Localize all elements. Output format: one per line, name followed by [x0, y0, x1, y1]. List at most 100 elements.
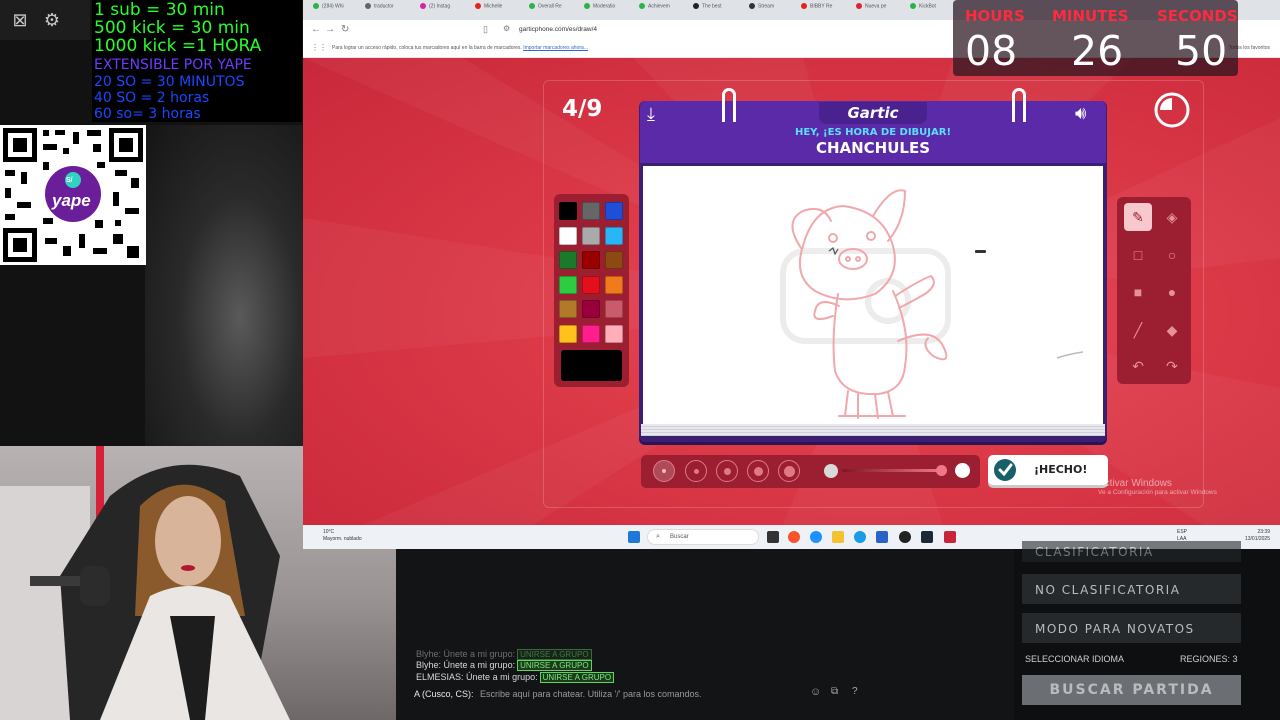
brush-size-3[interactable] [716, 460, 738, 482]
file-explorer-icon[interactable] [832, 531, 844, 543]
join-group-button[interactable]: UNIRSE A GRUPO [539, 672, 615, 683]
color-swatch[interactable] [582, 251, 600, 269]
color-swatch[interactable] [559, 275, 577, 294]
sound-icon[interactable]: 🔊︎ [1075, 103, 1086, 124]
line-icon[interactable]: ╱ [1124, 316, 1152, 344]
join-group-button[interactable]: UNIRSE A GRUPO [517, 649, 592, 660]
windows-start-icon[interactable] [628, 531, 640, 543]
color-swatch[interactable] [605, 202, 623, 220]
circle-outline-icon[interactable]: ○ [1158, 241, 1186, 269]
brush-size-5[interactable] [778, 460, 800, 482]
no-entry-icon[interactable]: ⊠ [8, 8, 32, 32]
weather-widget[interactable]: 10°C Mayorm. nublado [311, 529, 362, 543]
emoji-icon[interactable]: ☺ [810, 686, 821, 698]
opacity-min-icon [824, 464, 838, 478]
opacity-slider[interactable] [842, 469, 942, 472]
chat-input[interactable]: A (Cusco, CS): Escribe aquí para chatear… [404, 684, 870, 702]
rectangle-outline-icon[interactable]: □ [1124, 241, 1152, 269]
gear-icon[interactable]: ⚙ [40, 8, 64, 32]
browser-tab[interactable]: BIBBY Re [801, 3, 832, 17]
brush-size-2[interactable] [685, 460, 707, 482]
browser-tab[interactable]: Stream [749, 3, 774, 17]
yape-qr-code: S/ yape [0, 125, 146, 265]
color-swatch[interactable] [605, 226, 623, 245]
site-info-icon[interactable]: ⚙ [503, 24, 510, 33]
drawing-canvas[interactable] [643, 166, 1103, 426]
undo-icon[interactable]: ↶ [1124, 352, 1152, 380]
browser-tab[interactable]: Achievem [639, 3, 670, 17]
bookmark-icon[interactable]: ▯ [483, 24, 488, 35]
color-swatch[interactable] [605, 324, 623, 343]
edge-icon[interactable] [854, 531, 866, 543]
browser-tab[interactable]: The best [693, 3, 721, 17]
browser-tab[interactable]: Moderatio [584, 3, 615, 17]
circle-fill-icon[interactable]: ● [1158, 278, 1186, 306]
minutes-label: MINUTES [1052, 7, 1129, 25]
color-swatch[interactable] [582, 300, 600, 318]
color-swatch[interactable] [582, 324, 600, 343]
obs-icon[interactable] [899, 531, 911, 543]
browser-tab[interactable]: KickBot [910, 3, 936, 17]
tab-favicon-icon [313, 3, 319, 9]
apps-icon[interactable]: ⋮⋮ [311, 43, 327, 52]
forward-icon[interactable]: → [325, 24, 335, 35]
color-swatch[interactable] [582, 226, 600, 245]
browser-tab[interactable]: (284) Whi [313, 3, 344, 17]
current-color-swatch [561, 350, 622, 381]
brush-size-1[interactable] [653, 460, 675, 482]
browser-tab[interactable]: (2) Instag [420, 3, 450, 17]
brush-size-4[interactable] [747, 460, 769, 482]
novice-mode-button[interactable]: MODO PARA NOVATOS [1022, 613, 1241, 643]
tab-favicon-icon [365, 3, 371, 9]
taskbar-clock[interactable]: 23:39 13/01/2025 [1245, 529, 1270, 543]
color-swatch[interactable] [559, 300, 577, 318]
brave-icon[interactable] [788, 531, 800, 543]
download-icon[interactable]: ⤓ [647, 104, 655, 125]
opacity-slider-handle[interactable] [936, 465, 947, 476]
bucket-icon[interactable]: ◆ [1158, 316, 1186, 344]
redo-icon[interactable]: ↷ [1158, 352, 1186, 380]
search-placeholder: Buscar [670, 534, 689, 540]
unranked-button[interactable]: NO CLASIFICATORIA [1022, 574, 1241, 604]
translate-icon[interactable]: ⧉ [831, 686, 838, 697]
color-swatch[interactable] [582, 275, 600, 294]
browser-tab[interactable]: Nueva pe [856, 3, 886, 17]
qr-label: yape [52, 191, 91, 210]
browser-tab[interactable]: traductor [365, 3, 394, 17]
ranked-button[interactable]: CLASIFICATORIA [1022, 541, 1241, 562]
join-group-button[interactable]: UNIRSE A GRUPO [517, 660, 592, 671]
store-icon[interactable] [876, 531, 888, 543]
so-rule-text: 20 SO = 30 MINUTOS [94, 74, 245, 90]
color-swatch[interactable] [582, 202, 600, 220]
copilot-icon[interactable] [810, 531, 822, 543]
color-swatch[interactable] [605, 300, 623, 318]
reload-icon[interactable]: ↻ [341, 24, 349, 35]
browser-tab[interactable]: Overall Re [529, 3, 562, 17]
color-swatch[interactable] [559, 226, 577, 245]
eraser-icon[interactable]: ◈ [1158, 203, 1186, 231]
color-swatch[interactable] [605, 251, 623, 269]
timer-icon [1153, 91, 1191, 129]
color-swatch[interactable] [559, 251, 577, 269]
color-swatch[interactable] [605, 275, 623, 294]
import-bookmarks-link[interactable]: Importar marcadores ahora... [523, 45, 588, 51]
valorant-icon[interactable] [944, 531, 956, 543]
color-swatch[interactable] [559, 202, 577, 220]
taskbar-search[interactable]: Buscar ⌕ [647, 529, 759, 545]
rectangle-fill-icon[interactable]: ■ [1124, 278, 1152, 306]
done-button[interactable]: ¡HECHO! [988, 455, 1108, 485]
color-swatch[interactable] [559, 324, 577, 343]
regions-count[interactable]: REGIONES: 3 [1180, 654, 1238, 664]
pencil-icon[interactable]: ✎ [1124, 203, 1152, 231]
help-icon[interactable]: ? [852, 686, 858, 697]
browser-tab[interactable]: Michelle [475, 3, 502, 17]
steam-icon[interactable] [921, 531, 933, 543]
select-language[interactable]: SELECCIONAR IDIOMA [1025, 654, 1124, 664]
seconds-value: 50 [1175, 27, 1228, 75]
task-view-icon[interactable] [767, 531, 779, 543]
qr-badge: S/ [66, 177, 73, 184]
subathon-rules: 1 sub = 30 min 500 kick = 30 min 1000 ki… [92, 0, 302, 122]
url-input[interactable]: garticphone.com/es/draw/4 [519, 26, 597, 33]
back-icon[interactable]: ← [311, 24, 321, 35]
find-match-button[interactable]: BUSCAR PARTIDA [1022, 675, 1241, 705]
